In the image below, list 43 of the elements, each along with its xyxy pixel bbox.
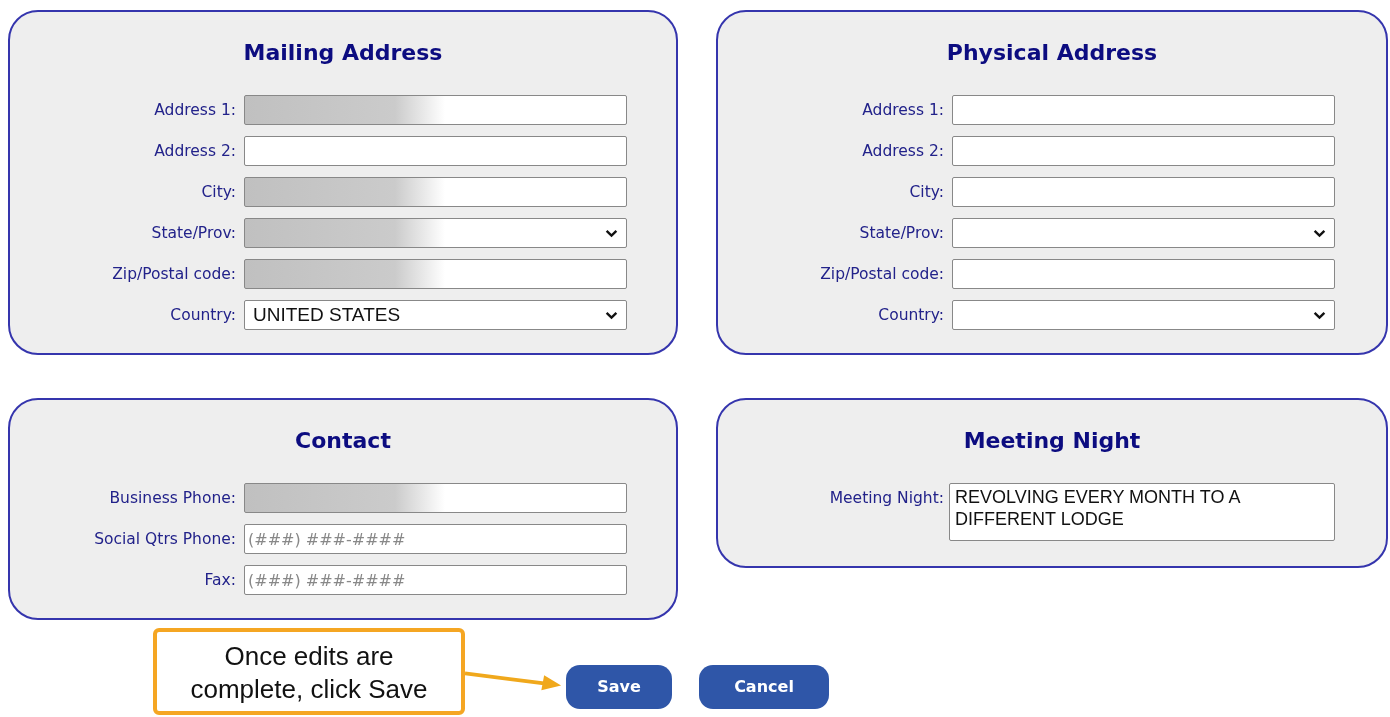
- dropdown[interactable]: [952, 218, 1335, 248]
- text-area[interactable]: REVOLVING EVERY MONTH TO A DIFFERENT LODGE: [949, 483, 1335, 541]
- input-field[interactable]: [244, 483, 627, 513]
- cancel-button[interactable]: Cancel: [699, 664, 829, 709]
- section-title: Contact: [294, 427, 392, 455]
- field-label: Address 1:: [861, 100, 944, 121]
- field-label: Zip/Postal code:: [111, 264, 236, 285]
- callout: Once edits are complete, click Save: [153, 628, 465, 715]
- field-label: Address 1:: [153, 100, 236, 121]
- input-field[interactable]: [952, 259, 1335, 289]
- input-field[interactable]: [952, 95, 1335, 125]
- input-field[interactable]: [952, 136, 1335, 166]
- input-field[interactable]: [244, 136, 627, 166]
- dropdown[interactable]: [952, 300, 1335, 330]
- chevron-down-icon: [605, 311, 618, 320]
- dropdown[interactable]: UNITED STATES: [244, 300, 627, 330]
- save-button[interactable]: Save: [566, 664, 672, 709]
- field-label: Country:: [877, 305, 944, 326]
- field-label: Address 2:: [153, 141, 236, 162]
- input-field[interactable]: (###) ###-####: [244, 565, 627, 595]
- field-label: Business Phone:: [108, 488, 236, 509]
- chevron-down-icon: [605, 229, 618, 238]
- chevron-down-icon: [1313, 311, 1326, 320]
- field-label: Country:: [169, 305, 236, 326]
- input-field[interactable]: [244, 95, 627, 125]
- field-label: Address 2:: [861, 141, 944, 162]
- section-title: Meeting Night: [962, 427, 1142, 455]
- input-field[interactable]: (###) ###-####: [244, 524, 627, 554]
- field-label: Zip/Postal code:: [819, 264, 944, 285]
- field-label: City:: [200, 182, 236, 203]
- field-label: Social Qtrs Phone:: [93, 529, 236, 550]
- section-title: Physical Address: [945, 39, 1159, 67]
- field-label: Fax:: [203, 570, 236, 591]
- field-label: State/Prov:: [150, 223, 236, 244]
- chevron-down-icon: [1313, 229, 1326, 238]
- input-field[interactable]: [952, 177, 1335, 207]
- field-label: Meeting Night:: [828, 488, 944, 509]
- field-label: City:: [908, 182, 944, 203]
- dropdown[interactable]: [244, 218, 627, 248]
- input-field[interactable]: [244, 177, 627, 207]
- input-field[interactable]: [244, 259, 627, 289]
- field-label: State/Prov:: [858, 223, 944, 244]
- section-title: Mailing Address: [242, 39, 444, 67]
